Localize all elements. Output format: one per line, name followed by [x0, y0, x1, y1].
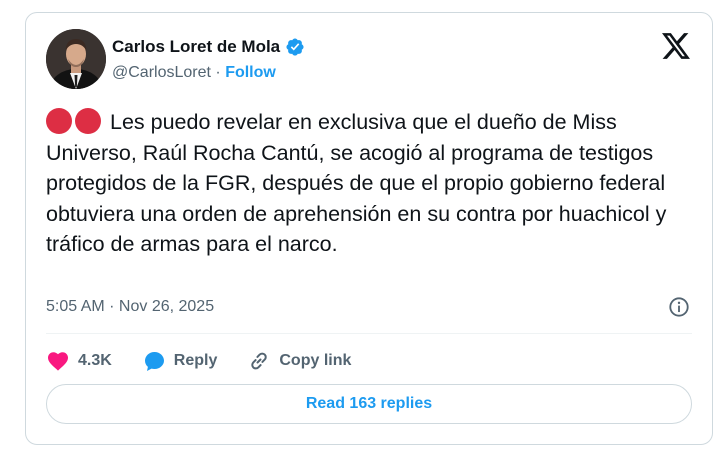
copy-link-label: Copy link — [279, 352, 352, 369]
post-timestamp[interactable]: 5:05 AM · Nov 26, 2025 — [46, 298, 214, 316]
reply-button[interactable]: Reply — [142, 349, 218, 373]
divider — [46, 333, 692, 334]
reply-label: Reply — [173, 352, 218, 369]
like-button[interactable]: 4.3K — [46, 349, 112, 373]
like-count: 4.3K — [78, 352, 112, 369]
post-text: Les puedo revelar en exclusiva que el du… — [46, 107, 694, 260]
heart-icon — [48, 352, 68, 371]
info-icon[interactable] — [668, 296, 690, 318]
avatar[interactable] — [46, 29, 106, 89]
link-icon — [251, 352, 268, 370]
reply-bubble-icon — [144, 352, 164, 371]
x-logo-icon[interactable] — [662, 33, 690, 59]
embedded-post-card: Carlos Loret de Mola @CarlosLoret · Foll… — [25, 12, 713, 445]
avatar-photo — [46, 29, 106, 89]
red-circle-emoji — [46, 108, 72, 134]
red-circle-emoji — [75, 108, 101, 134]
follow-button[interactable]: Follow — [225, 64, 276, 81]
action-bar: 4.3K Reply Copy link — [46, 346, 351, 376]
author-name-row: Carlos Loret de Mola — [112, 37, 305, 57]
verified-badge-icon — [286, 38, 304, 56]
separator: · — [215, 64, 221, 81]
author-handle[interactable]: @CarlosLoret — [112, 64, 211, 81]
copy-link-button[interactable]: Copy link — [247, 349, 351, 373]
author-handle-row: @CarlosLoret · Follow — [112, 64, 276, 82]
read-replies-button[interactable]: Read 163 replies — [46, 384, 692, 424]
author-name[interactable]: Carlos Loret de Mola — [112, 37, 280, 57]
post-body: Les puedo revelar en exclusiva que el du… — [46, 110, 667, 257]
